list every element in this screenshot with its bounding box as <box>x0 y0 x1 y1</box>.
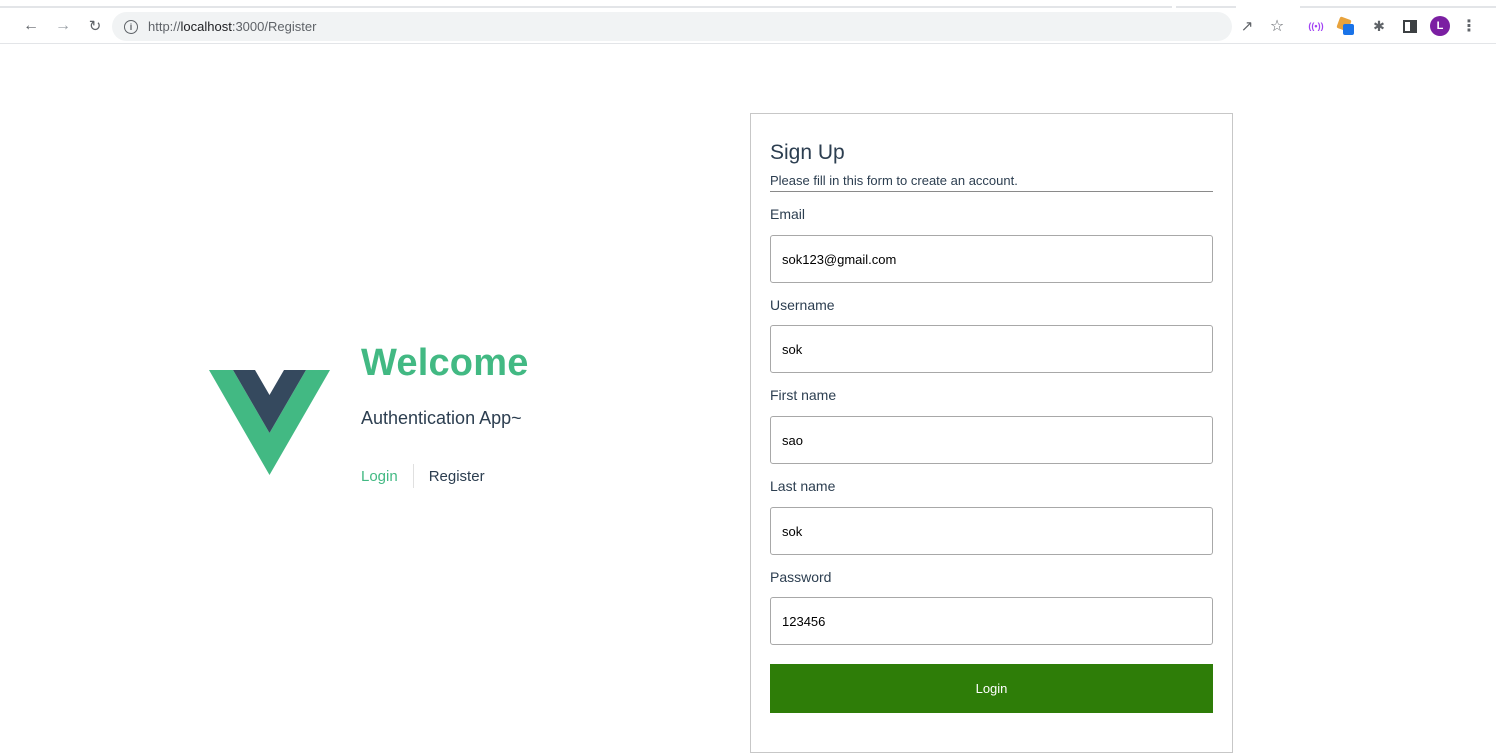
kebab-menu-icon[interactable]: ⋮ <box>1460 17 1478 35</box>
last-name-field[interactable] <box>770 507 1213 555</box>
first-name-field[interactable] <box>770 416 1213 464</box>
password-label: Password <box>770 569 832 585</box>
share-icon[interactable]: ↗ <box>1238 17 1256 35</box>
back-arrow-icon[interactable]: ← <box>20 15 42 37</box>
last-name-label: Last name <box>770 478 836 494</box>
nav-divider <box>412 464 414 488</box>
welcome-title: Welcome <box>361 342 529 384</box>
vue-logo-icon <box>209 370 330 475</box>
puzzle-icon[interactable]: ✱ <box>1370 17 1388 35</box>
username-label: Username <box>770 297 835 313</box>
signup-form-card: Sign Up Please fill in this form to crea… <box>750 113 1233 753</box>
url-text[interactable]: http://localhost:3000/Register <box>148 19 316 34</box>
reload-icon[interactable]: ↻ <box>84 15 106 37</box>
form-divider <box>770 191 1213 192</box>
register-link[interactable]: Register <box>429 468 485 485</box>
address-bar[interactable]: i http://localhost:3000/Register <box>112 12 1232 41</box>
password-field[interactable] <box>770 597 1213 645</box>
browser-toolbar: ← → ↻ i http://localhost:3000/Register ↗… <box>0 8 1496 44</box>
submit-button[interactable]: Login <box>770 664 1213 713</box>
login-link[interactable]: Login <box>361 468 398 485</box>
side-panel-icon[interactable] <box>1401 17 1419 35</box>
first-name-label: First name <box>770 387 837 403</box>
info-icon[interactable]: i <box>124 19 138 34</box>
cast-icon[interactable]: ((•)) <box>1307 17 1325 35</box>
forward-arrow-icon[interactable]: → <box>52 15 74 37</box>
extension-icon[interactable] <box>1336 16 1354 35</box>
username-field[interactable] <box>770 325 1213 373</box>
email-label: Email <box>770 206 806 222</box>
auth-nav: Login Register <box>361 464 485 488</box>
form-description: Please fill in this form to create an ac… <box>770 173 1018 188</box>
avatar[interactable]: L <box>1430 16 1450 36</box>
form-title: Sign Up <box>770 141 845 164</box>
email-field[interactable] <box>770 235 1213 283</box>
tab-strip <box>0 0 1496 8</box>
star-icon[interactable]: ☆ <box>1268 17 1286 35</box>
app-subtitle: Authentication App~ <box>361 408 522 428</box>
